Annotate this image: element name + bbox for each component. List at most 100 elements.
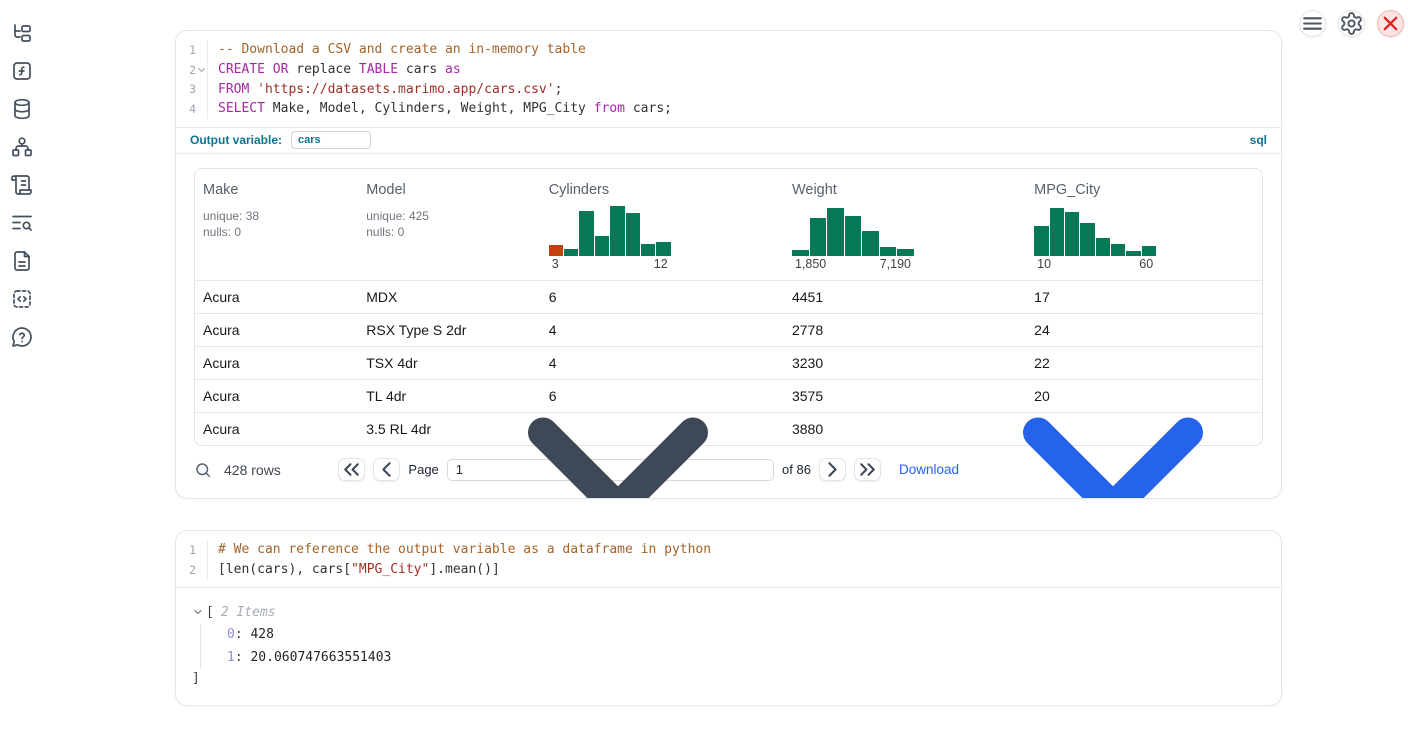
histogram-bar [897,249,914,256]
line-number-gutter: 12 [176,540,208,579]
histogram-bar [1065,212,1079,256]
tree-entry: 1: 20.060747663551403 [227,646,1263,669]
line-number: 1 [176,540,207,560]
histogram-bar [1050,208,1064,256]
histogram-bar [656,242,670,256]
histogram-bar [1080,223,1094,256]
sidebar-panel [0,0,44,729]
python-cell-output: [ 2 Items 0: 4281: 20.060747663551403 ] [176,587,1281,704]
sidebar-item-documentation[interactable] [10,250,34,272]
column-title: Model [366,182,540,198]
column-stats: unique: 425nulls: 0 [366,208,540,240]
last-page-button[interactable] [854,458,881,481]
table-row: AcuraMDX6445117 [195,280,1262,313]
page-total-label: of 86 [782,462,811,477]
table-header-row: Make unique: 38nulls: 0 Model unique: 425nu… [195,169,1262,280]
page-label: Page [408,462,438,477]
column-title: MPG_City [1034,182,1262,198]
function-square-icon [10,59,34,83]
sidebar-item-logs[interactable] [10,174,34,196]
sidebar-item-file-explorer[interactable] [10,22,34,44]
histogram-bar [827,208,844,256]
histogram-axis-labels: 1,8507,190 [792,256,914,271]
column-header[interactable]: MPG_City1060 [1026,182,1262,271]
chevrons-left-icon [339,457,364,482]
column-title: Make [203,182,358,198]
shutdown-button[interactable] [1377,10,1404,37]
python-code-editor[interactable]: 12 # We can reference the output variabl… [176,531,1281,587]
chevrons-right-icon [855,457,880,482]
python-cell: 12 # We can reference the output variabl… [175,530,1282,706]
sql-cell: 1234 -- Download a CSV and create an in-… [175,30,1282,499]
histogram-bar [1111,244,1125,256]
sidebar-item-data-sources[interactable] [10,98,34,120]
table-cell: Acura [195,421,358,437]
histogram-bar [792,250,809,256]
output-variable-input[interactable] [291,131,371,149]
column-stats: unique: 38nulls: 0 [203,208,358,240]
file-tree-icon [10,21,34,45]
line-number: 3 [176,79,207,99]
chevron-left-icon [374,457,399,482]
prev-page-button[interactable] [373,458,400,481]
close-icon [1378,11,1403,36]
table-cell: Acura [195,355,358,371]
tree-open-bracket: [ [206,605,214,620]
download-button[interactable]: Download [899,320,1263,499]
histogram-bar [626,213,640,256]
histogram-bar [564,249,578,256]
sidebar-item-chat[interactable] [10,326,34,348]
tree-entry-index: 1 [227,650,235,665]
code-line: SELECT Make, Model, Cylinders, Weight, M… [218,99,1281,119]
column-histogram: 1,8507,190 [792,204,914,271]
code-snippet-icon [10,287,34,311]
sidebar-item-scratchpad[interactable] [10,212,34,234]
first-page-button[interactable] [338,458,365,481]
code-line: # We can reference the output variable a… [218,540,1281,560]
histogram-bar [1034,226,1048,256]
table-cell: Acura [195,388,358,404]
line-number: 1 [176,40,207,60]
sql-cell-output: Make unique: 38nulls: 0 Model unique: 425nu… [176,154,1281,498]
column-header[interactable]: Weight 1,8507,190 [784,182,1026,271]
sidebar-item-variables[interactable] [10,60,34,82]
help-chat-icon [10,325,34,349]
sidebar-item-snippets[interactable] [10,288,34,310]
tree-items-count: 2 Items [221,605,276,620]
next-page-button[interactable] [819,458,846,481]
histogram-bar [1126,251,1140,256]
file-text-icon [10,249,34,273]
search-icon [194,461,212,479]
page-select-value: 1 [456,462,463,477]
code-line: -- Download a CSV and create an in-memor… [218,40,1281,60]
column-header[interactable]: Cylinders312 [541,182,784,271]
tree-entry-value: 428 [250,627,273,642]
line-number-gutter: 1234 [176,40,208,119]
tree-close-bracket: ] [192,669,1263,689]
dependency-graph-icon [10,135,34,159]
column-header[interactable]: Make unique: 38nulls: 0 [195,182,358,271]
search-button[interactable] [194,461,212,479]
histogram-bar [1142,246,1156,256]
chevron-down-icon [468,320,768,499]
menu-button[interactable] [1299,10,1326,37]
table-cell: 4451 [784,289,1026,305]
histogram-bar [810,218,827,256]
code-line: FROM 'https://datasets.marimo.app/cars.c… [218,79,1281,99]
sidebar-item-dependencies[interactable] [10,136,34,158]
sql-code-editor[interactable]: 1234 -- Download a CSV and create an in-… [176,31,1281,127]
column-title: Weight [792,182,1026,198]
fold-chevron-icon[interactable] [196,64,207,76]
column-header[interactable]: Model unique: 425nulls: 0 [358,182,540,271]
table-cell: 6 [541,289,784,305]
database-icon [10,97,34,121]
tree-collapse-chevron-icon[interactable] [192,606,204,618]
chevron-down-icon [963,320,1263,499]
settings-button[interactable] [1338,10,1365,37]
table-cell: Acura [195,289,358,305]
page-select[interactable]: 1 [447,459,774,481]
topbar-actions [1299,10,1404,37]
table-cell: 17 [1026,289,1262,305]
tree-entry-value: 20.060747663551403 [250,650,391,665]
download-label: Download [899,462,959,477]
